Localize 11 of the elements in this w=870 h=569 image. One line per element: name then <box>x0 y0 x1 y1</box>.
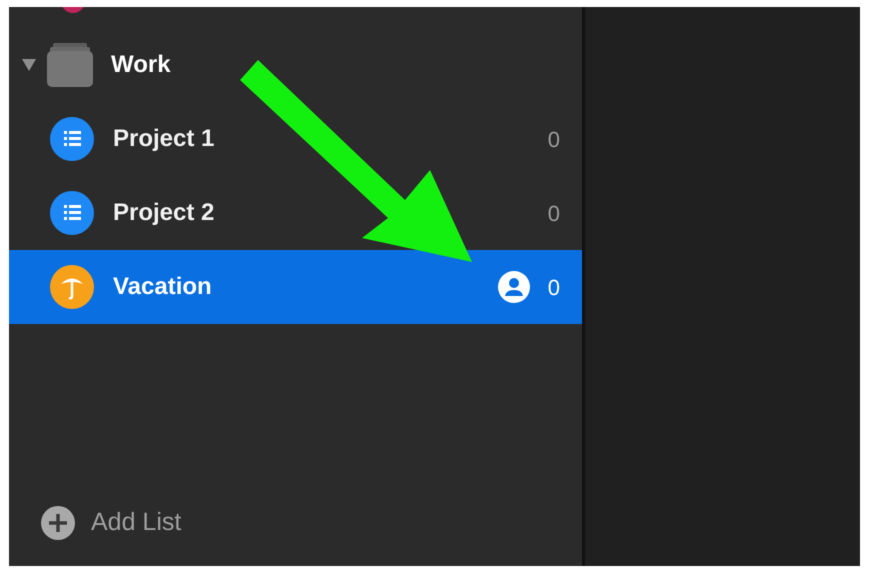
folder-icon <box>47 43 93 87</box>
list-item[interactable]: Vacation 0 <box>9 250 582 324</box>
list-item[interactable]: Project 2 0 <box>9 176 582 250</box>
add-list-button[interactable]: Add List <box>41 504 182 542</box>
item-count: 0 <box>548 126 560 154</box>
list-item[interactable]: Project 1 0 <box>9 102 582 176</box>
item-count: 0 <box>548 274 560 302</box>
group-label: Work <box>111 50 171 80</box>
plus-icon <box>41 506 75 540</box>
disclosure-triangle-icon[interactable] <box>21 58 37 72</box>
item-count: 0 <box>548 200 560 228</box>
